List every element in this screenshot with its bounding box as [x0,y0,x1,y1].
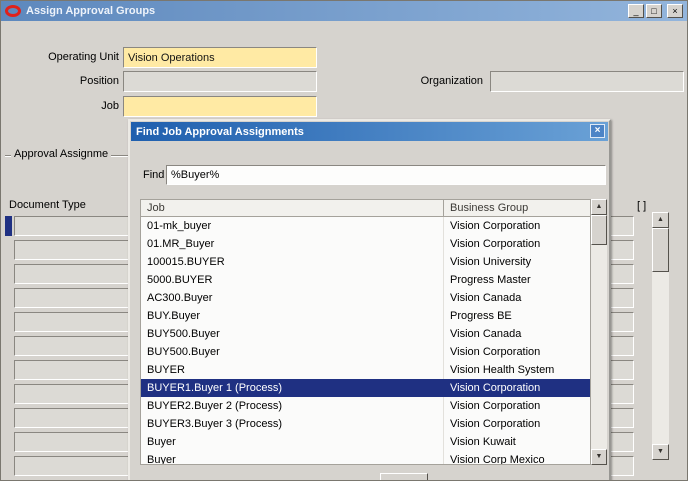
business-group-cell: Vision Kuwait [450,436,516,448]
job-column-header: Job [141,200,444,216]
dialog-titlebar: Find Job Approval Assignments × [131,122,608,141]
scroll-down-icon[interactable]: ▼ [591,449,607,465]
job-cell: 100015.BUYER [141,253,444,271]
find-label: Find [143,169,165,181]
dialog-title: Find Job Approval Assignments [136,125,304,138]
business-group-cell: Progress BE [450,310,512,322]
list-item[interactable]: 01-mk_buyer Vision Corporation [141,217,590,235]
minimize-icon[interactable]: _ [628,4,644,18]
business-group-cell: Vision Corporation [450,346,541,358]
job-cell: BUYER1.Buyer 1 (Process) [141,379,444,397]
position-label: Position [79,75,119,87]
current-record-indicator [5,216,12,236]
assign-approval-groups-window: Assign Approval Groups _ □ × Operating U… [0,0,688,481]
scroll-up-icon[interactable]: ▲ [652,212,669,228]
job-cell: BUY500.Buyer [141,325,444,343]
dialog-list-body: 01-mk_buyer Vision Corporation 01.MR_Buyer… [140,217,591,465]
job-cell: 5000.BUYER [141,271,444,289]
main-scrollbar[interactable]: ▲ ▼ [652,212,669,460]
job-cell: BUYER [141,361,444,379]
window-title: Assign Approval Groups [26,5,156,17]
job-cell: Buyer [141,433,444,451]
organization-label: Organization [420,75,483,87]
business-group-cell: Vision Corp Mexico [450,454,545,465]
maximize-icon[interactable]: □ [646,4,662,18]
list-item[interactable]: Buyer Vision Corp Mexico [141,451,590,465]
business-group-column-header: Business Group [450,202,529,214]
approval-assignments-section-label: Approval Assignme [11,148,112,160]
list-header: Job Business Group [140,199,591,217]
list-item[interactable]: Buyer Vision Kuwait [141,433,590,451]
scrollbar-thumb[interactable] [591,215,607,245]
job-cell: 01.MR_Buyer [141,235,444,253]
list-item[interactable]: 100015.BUYER Vision University [141,253,590,271]
business-group-cell: Vision Corporation [450,400,541,412]
organization-field[interactable] [490,71,684,92]
job-cell: 01-mk_buyer [141,217,444,235]
close-icon[interactable]: × [667,4,683,18]
list-item[interactable]: AC300.Buyer Vision Canada [141,289,590,307]
list-item[interactable]: BUYER2.Buyer 2 (Process) Vision Corporati… [141,397,590,415]
list-item[interactable]: BUYER Vision Health System [141,361,590,379]
business-group-cell: Vision Corporation [450,220,541,232]
job-field[interactable] [123,96,317,117]
job-cell: BUY500.Buyer [141,343,444,361]
list-item[interactable]: BUY.Buyer Progress BE [141,307,590,325]
oracle-logo-icon [5,5,21,17]
operating-unit-field[interactable] [123,47,317,68]
window-controls: _ □ × [628,4,683,18]
business-group-cell: Vision Canada [450,292,522,304]
scroll-up-icon[interactable]: ▲ [591,199,607,215]
job-cell: BUYER3.Buyer 3 (Process) [141,415,444,433]
document-type-column-header: Document Type [9,199,86,211]
dialog-bottom-button[interactable] [380,473,428,480]
list-item[interactable]: BUY500.Buyer Vision Canada [141,325,590,343]
operating-unit-label: Operating Unit [48,51,119,63]
window-titlebar: Assign Approval Groups _ □ × [1,1,687,21]
business-group-cell: Vision University [450,256,532,268]
list-item[interactable]: BUYER1.Buyer 1 (Process) Vision Corporati… [141,379,590,397]
business-group-cell: Vision Corporation [450,238,541,250]
find-job-approval-assignments-dialog: Find Job Approval Assignments × Find Job… [128,119,611,480]
business-group-cell: Vision Canada [450,328,522,340]
find-input[interactable] [166,165,606,185]
position-field[interactable] [123,71,317,92]
scrollbar-thumb[interactable] [652,228,669,272]
job-cell: Buyer [141,451,444,464]
business-group-cell: Vision Health System [450,364,555,376]
business-group-cell: Vision Corporation [450,418,541,430]
job-cell: AC300.Buyer [141,289,444,307]
list-item[interactable]: 01.MR_Buyer Vision Corporation [141,235,590,253]
list-item[interactable]: 5000.BUYER Progress Master [141,271,590,289]
scroll-down-icon[interactable]: ▼ [652,444,669,460]
dialog-list-scrollbar[interactable]: ▲ ▼ [591,199,607,465]
business-group-cell: Progress Master [450,274,531,286]
business-group-cell: Vision Corporation [450,382,541,394]
job-cell: BUYER2.Buyer 2 (Process) [141,397,444,415]
list-item[interactable]: BUY500.Buyer Vision Corporation [141,343,590,361]
flexfield-brackets[interactable]: [ ] [637,200,646,212]
job-cell: BUY.Buyer [141,307,444,325]
dialog-close-icon[interactable]: × [590,124,605,138]
job-label: Job [101,100,119,112]
list-item[interactable]: BUYER3.Buyer 3 (Process) Vision Corporati… [141,415,590,433]
